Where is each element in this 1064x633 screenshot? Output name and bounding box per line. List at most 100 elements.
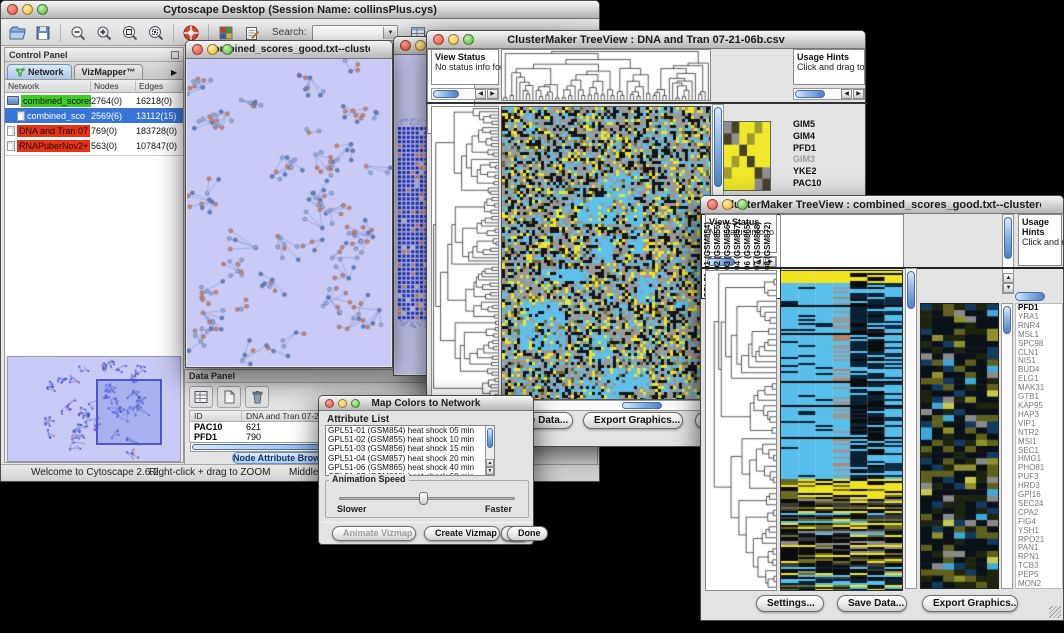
- network-row[interactable]: combined_scores 2764(0) 16218(0): [5, 93, 183, 108]
- overview-viewport[interactable]: [96, 379, 162, 445]
- tab-vizmapper[interactable]: VizMapper™: [74, 64, 144, 79]
- scrollbar-thumb[interactable]: [487, 428, 493, 448]
- dialog-title-bar[interactable]: Map Colors to Network: [319, 396, 533, 411]
- zoom-heatmap[interactable]: [920, 303, 999, 589]
- delete-attribute-button[interactable]: [245, 386, 269, 408]
- zoom-row-label[interactable]: GIM3: [793, 154, 839, 166]
- close-button[interactable]: [433, 34, 444, 45]
- treeview-button[interactable]: Settings...: [756, 595, 824, 612]
- gene-dendrogram-panel[interactable]: [705, 270, 777, 591]
- global-heatmap[interactable]: [501, 106, 711, 400]
- network-name: DNA and Tran 07: [17, 125, 90, 137]
- attribute-list-item[interactable]: GPL51-04 (GSM857) heat shock 20 min: [326, 454, 494, 463]
- speed-slider-thumb[interactable]: [419, 492, 428, 505]
- network-window-title-bar[interactable]: combined_scores_good.txt--cluste...: [186, 41, 392, 59]
- global-heatmap-canvas[interactable]: [781, 271, 902, 590]
- close-button[interactable]: [400, 40, 411, 51]
- attribute-list-item[interactable]: GPL51-06 (GSM865) heat shock 40 min: [326, 463, 494, 472]
- close-button[interactable]: [7, 4, 18, 15]
- done-button[interactable]: Done: [507, 526, 548, 541]
- minimize-button[interactable]: [722, 199, 733, 210]
- network-overview[interactable]: [7, 356, 181, 462]
- attribute-list-item[interactable]: GPL51-03 (GSM856) heat shock 15 min: [326, 444, 494, 453]
- minimize-button[interactable]: [448, 34, 459, 45]
- new-attribute-button[interactable]: [217, 386, 241, 408]
- minimize-button[interactable]: [207, 44, 218, 55]
- minimize-button[interactable]: [338, 399, 347, 408]
- zoom-heatmap-canvas[interactable]: [724, 122, 770, 190]
- zoom-row-label[interactable]: YKE2: [793, 166, 839, 178]
- scrollbar-thumb[interactable]: [907, 271, 915, 309]
- zoom-row-label[interactable]: GIM5: [793, 119, 839, 131]
- network-row[interactable]: DNA and Tran 07 769(0) 183728(0): [5, 123, 183, 138]
- zoom-row-label[interactable]: PFD1: [793, 143, 839, 155]
- scrollbar-thumb[interactable]: [1004, 217, 1012, 259]
- zoom-in-button[interactable]: [92, 22, 116, 44]
- labels-horizontal-scrollbar[interactable]: [1015, 292, 1045, 301]
- close-button[interactable]: [707, 199, 718, 210]
- treeview-button[interactable]: Export Graphics...: [583, 412, 683, 429]
- network-view[interactable]: [187, 59, 391, 366]
- attribute-column-header[interactable]: ID: [190, 411, 242, 421]
- minimize-button[interactable]: [415, 40, 426, 51]
- network-table-column-header[interactable]: Edges: [136, 81, 183, 91]
- zoom-fit-button[interactable]: [118, 22, 142, 44]
- zoom-heatmap[interactable]: [723, 121, 771, 191]
- maximize-button[interactable]: [463, 34, 474, 45]
- gene-label[interactable]: MON2: [1016, 580, 1062, 589]
- tab-network[interactable]: Network: [7, 64, 72, 79]
- main-title-bar[interactable]: Cytoscape Desktop (Session Name: collins…: [1, 1, 599, 19]
- zoom-row-label[interactable]: GIM4: [793, 131, 839, 143]
- network-table-column-header[interactable]: Nodes: [91, 81, 136, 91]
- minimize-button[interactable]: [22, 4, 33, 15]
- open-session-button[interactable]: [5, 22, 29, 44]
- zoom-heatmap-canvas[interactable]: [921, 304, 998, 588]
- scrollbar-thumb[interactable]: [622, 402, 662, 409]
- zoom-out-button[interactable]: [66, 22, 90, 44]
- treeview-button[interactable]: Save Data...: [837, 595, 907, 612]
- maximize-button[interactable]: [737, 199, 748, 210]
- maximize-button[interactable]: [37, 4, 48, 15]
- maximize-button[interactable]: [222, 44, 233, 55]
- treeview1-title-bar[interactable]: ClusterMaker TreeView : DNA and Tran 07-…: [427, 31, 865, 49]
- network-canvas[interactable]: [187, 59, 393, 367]
- heatmap-vertical-scrollbar[interactable]: [905, 268, 917, 589]
- zoom-vertical-scrollbar[interactable]: [1001, 303, 1013, 589]
- maximize-button[interactable]: [351, 399, 360, 408]
- gene-dendrogram-canvas[interactable]: [706, 271, 776, 590]
- zoom-row-label[interactable]: PAC10: [793, 178, 839, 190]
- array-dendrogram-panel[interactable]: [501, 49, 711, 101]
- attribute-list[interactable]: GPL51-01 (GSM854) heat shock 05 minGPL51…: [325, 425, 495, 476]
- array-dendrogram-canvas[interactable]: [502, 50, 710, 100]
- search-input[interactable]: ▼: [312, 25, 398, 41]
- tab-overflow-arrow[interactable]: ▶: [171, 68, 181, 79]
- scrollbar-thumb[interactable]: [795, 90, 825, 98]
- resize-grip[interactable]: [1049, 606, 1061, 618]
- gene-dendrogram-canvas[interactable]: [432, 107, 498, 399]
- treeview2-title-bar[interactable]: ClusterMaker TreeView : combined_scores_…: [701, 196, 1063, 214]
- attribute-list-item[interactable]: GPL51-02 (GSM855) heat shock 10 min: [326, 435, 494, 444]
- global-heatmap[interactable]: [780, 270, 903, 591]
- network-row[interactable]: combined_sco 2569(6) 13112(15): [5, 108, 183, 123]
- close-button[interactable]: [192, 44, 203, 55]
- network-table-column-header[interactable]: Network: [5, 81, 91, 91]
- create-vizmap-button[interactable]: Create Vizmap: [424, 526, 500, 541]
- usage-hints-scrollbar[interactable]: ◀▶: [793, 88, 865, 100]
- save-session-button[interactable]: [31, 22, 55, 44]
- zoom-selected-button[interactable]: [144, 22, 168, 44]
- treeview-button[interactable]: Export Graphics...: [922, 595, 1018, 612]
- gene-dendrogram-panel[interactable]: [431, 106, 499, 400]
- attribute-row-id: PAC10: [190, 422, 242, 432]
- scrollbar-thumb[interactable]: [1003, 306, 1011, 334]
- animate-vizmap-button[interactable]: Animate Vizmap: [332, 526, 416, 541]
- attribute-list-scrollbar[interactable]: ▲▼: [485, 426, 494, 475]
- float-panel-icon[interactable]: [171, 51, 179, 59]
- select-attributes-button[interactable]: [189, 386, 213, 408]
- network-type-icon: [7, 141, 15, 151]
- global-heatmap-canvas[interactable]: [502, 107, 710, 399]
- scrollbar-thumb[interactable]: [714, 107, 722, 187]
- network-row[interactable]: RNAPuberNov2+ 563(0) 107847(0): [5, 138, 183, 153]
- close-button[interactable]: [325, 399, 334, 408]
- attribute-list-item[interactable]: GPL51-01 (GSM854) heat shock 05 min: [326, 426, 494, 435]
- array-dendrogram-panel[interactable]: [780, 214, 904, 268]
